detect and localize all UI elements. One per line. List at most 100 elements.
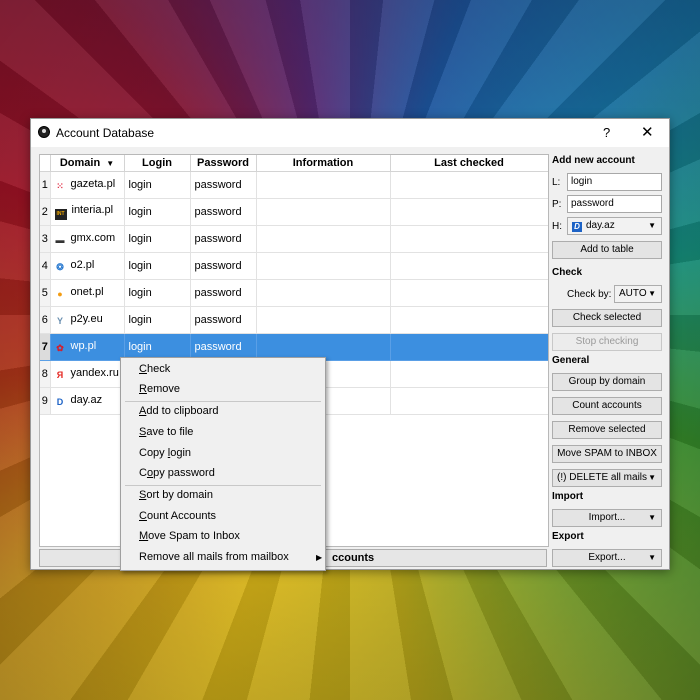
bottom-button-label: ccounts	[332, 552, 375, 564]
delete-all-mails-button[interactable]: (!) DELETE all mails ▼	[552, 469, 662, 487]
domain-cell[interactable]: INT interia.pl	[50, 198, 125, 226]
menu-label: C	[139, 467, 147, 479]
menu-item-count-accounts[interactable]: Count Accounts	[139, 510, 216, 522]
information-cell[interactable]	[256, 252, 391, 280]
menu-item-remove[interactable]: Remove	[139, 383, 180, 395]
menu-item-add-to-clipboard[interactable]: Add to clipboard	[139, 405, 219, 417]
add-to-table-button[interactable]: Add to table	[552, 241, 662, 259]
information-cell[interactable]	[256, 279, 391, 307]
delete-all-mails-label: (!) DELETE all mails	[557, 472, 648, 483]
login-cell[interactable]: login	[124, 198, 191, 226]
information-cell[interactable]	[256, 225, 391, 253]
column-header-login[interactable]: Login	[124, 155, 191, 172]
yandex-icon: Я	[56, 370, 64, 380]
check-heading: Check	[552, 267, 583, 278]
help-button[interactable]: ?	[603, 125, 610, 140]
last-checked-cell[interactable]	[390, 387, 548, 415]
domain-label: gmx.com	[70, 232, 116, 244]
domain-cell[interactable]: ⁙ gazeta.pl	[50, 171, 125, 199]
row-number: 2	[40, 198, 51, 226]
menu-separator	[125, 401, 321, 402]
last-checked-cell[interactable]	[390, 279, 548, 307]
move-spam-button[interactable]: Move SPAM to INBOX	[552, 445, 662, 463]
export-button[interactable]: Export... ▼	[552, 549, 662, 567]
login-cell[interactable]: login	[124, 252, 191, 280]
menu-label: heck	[146, 363, 171, 375]
close-button[interactable]: ✕	[641, 123, 654, 141]
password-cell[interactable]: password	[190, 279, 257, 307]
password-cell[interactable]: password	[190, 171, 257, 199]
host-select[interactable]: Dday.az ▼	[567, 217, 662, 235]
gmx-icon: ▬	[55, 235, 65, 245]
password-cell[interactable]: password	[190, 198, 257, 226]
table-row[interactable]: 3 ▬ gmx.com login password	[40, 225, 548, 253]
menu-label: Remove all mails from mailbox	[139, 551, 289, 563]
last-checked-cell[interactable]	[390, 252, 548, 280]
menu-item-sort-by-domain[interactable]: Sort by domain	[139, 489, 213, 501]
row-number: 7	[40, 333, 51, 361]
password-cell[interactable]: password	[190, 252, 257, 280]
remove-selected-button[interactable]: Remove selected	[552, 421, 662, 439]
column-header-last-checked[interactable]: Last checked	[390, 155, 548, 172]
login-cell[interactable]: login	[124, 225, 191, 253]
last-checked-cell[interactable]	[390, 360, 548, 388]
password-cell[interactable]: password	[190, 225, 257, 253]
login-cell[interactable]: login	[124, 306, 191, 334]
domain-cell[interactable]: ❂ o2.pl	[50, 252, 125, 280]
menu-item-remove-all-mails[interactable]: Remove all mails from mailbox	[139, 551, 289, 563]
export-label: Export...	[588, 552, 626, 563]
domain-cell[interactable]: Яyandex.ru	[50, 360, 125, 388]
domain-cell[interactable]: Dday.az	[50, 387, 125, 415]
stop-checking-button[interactable]: Stop checking	[552, 333, 662, 351]
submenu-arrow-icon: ▶	[316, 553, 323, 562]
check-selected-button[interactable]: Check selected	[552, 309, 662, 327]
sort-down-icon: ▼	[106, 159, 115, 168]
import-button[interactable]: Import... ▼	[552, 509, 662, 527]
title-bar: Account Database ? ✕	[31, 119, 669, 147]
menu-item-copy-login[interactable]: Copy login	[139, 447, 191, 459]
menu-item-save-to-file[interactable]: Save to file	[139, 426, 193, 438]
information-cell[interactable]	[256, 198, 391, 226]
last-checked-cell[interactable]	[390, 198, 548, 226]
domain-cell[interactable]: ● onet.pl	[50, 279, 125, 307]
group-by-domain-button[interactable]: Group by domain	[552, 373, 662, 391]
column-header-domain[interactable]: Domain ▼	[50, 155, 125, 172]
domain-label: wp.pl	[70, 340, 97, 352]
domain-cell[interactable]: Yp2y.eu	[50, 306, 125, 334]
context-menu: Check Remove Add to clipboard Save to fi…	[120, 357, 326, 571]
check-by-select[interactable]: AUTO ▼	[614, 285, 662, 303]
table-row[interactable]: 4 ❂ o2.pl login password	[40, 252, 548, 280]
table-header-row: Domain ▼ Login Password Information Last …	[40, 155, 548, 172]
count-accounts-button[interactable]: Count accounts	[552, 397, 662, 415]
table-row[interactable]: 2 INT interia.pl login password	[40, 198, 548, 226]
table-row[interactable]: 5 ● onet.pl login password	[40, 279, 548, 307]
menu-item-check[interactable]: Check	[139, 363, 170, 375]
login-cell[interactable]: login	[124, 279, 191, 307]
last-checked-cell[interactable]	[390, 171, 548, 199]
information-cell[interactable]	[256, 306, 391, 334]
gazeta-icon: ⁙	[56, 181, 64, 191]
interia-icon: INT	[54, 209, 67, 220]
information-cell[interactable]	[256, 171, 391, 199]
login-input[interactable]: login	[567, 173, 662, 191]
row-number: 8	[40, 360, 51, 388]
table-row[interactable]: 6 Yp2y.eu login password	[40, 306, 548, 334]
column-header-password[interactable]: Password	[190, 155, 257, 172]
table-row[interactable]: 1 ⁙ gazeta.pl login password	[40, 171, 548, 199]
menu-item-move-spam[interactable]: Move Spam to Inbox	[139, 530, 240, 542]
menu-item-copy-password[interactable]: Copy password	[139, 467, 215, 479]
last-checked-cell[interactable]	[390, 225, 548, 253]
domain-label: yandex.ru	[70, 367, 119, 379]
password-input[interactable]: password	[567, 195, 662, 213]
menu-label: dd to clipboard	[146, 405, 219, 417]
column-header-information[interactable]: Information	[256, 155, 391, 172]
chevron-down-icon: ▼	[648, 289, 656, 298]
login-cell[interactable]: login	[124, 171, 191, 199]
last-checked-cell[interactable]	[390, 333, 548, 361]
domain-cell[interactable]: ▬ gmx.com	[50, 225, 125, 253]
last-checked-cell[interactable]	[390, 306, 548, 334]
domain-cell[interactable]: ✿ wp.pl	[50, 333, 125, 361]
menu-label: ave to file	[146, 426, 194, 438]
password-cell[interactable]: password	[190, 306, 257, 334]
import-heading: Import	[552, 491, 584, 502]
